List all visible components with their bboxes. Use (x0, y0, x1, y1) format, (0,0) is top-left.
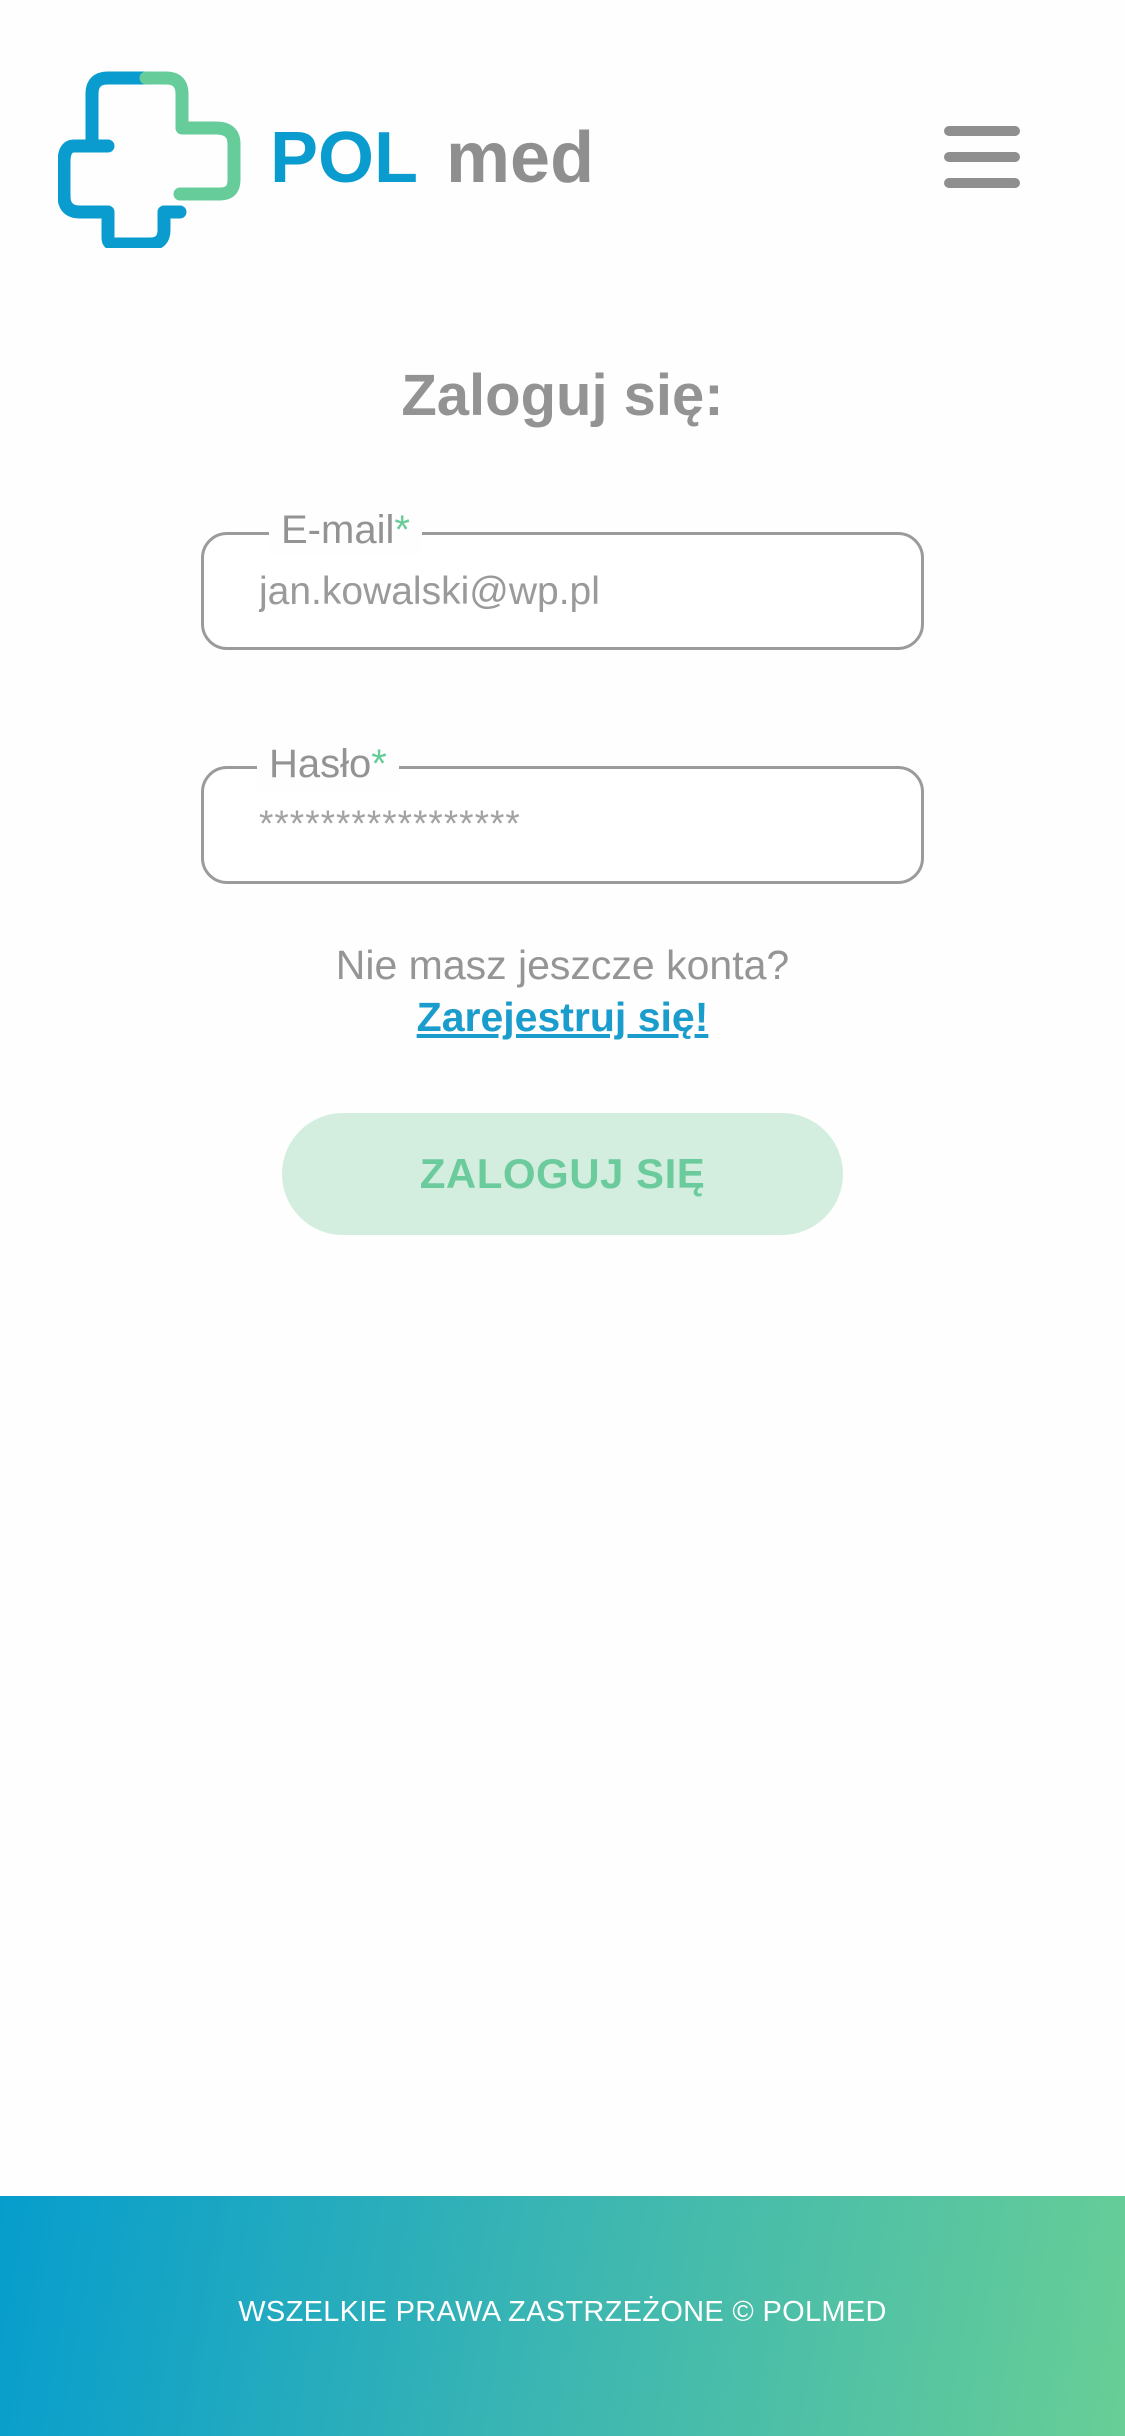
required-mark: * (371, 742, 387, 786)
login-button[interactable]: ZALOGUJ SIĘ (282, 1113, 843, 1235)
login-page: POL med Zaloguj się: E-mail* Hasło* ****… (0, 0, 1125, 2436)
required-mark: * (394, 508, 410, 552)
password-field[interactable]: Hasło* ***************** (201, 738, 924, 884)
email-label: E-mail* (269, 504, 422, 556)
logo-text-primary: POL (270, 118, 418, 198)
footer-copyright: WSZELKIE PRAWA ZASTRZEŻONE © POLMED (238, 2296, 887, 2328)
page-title: Zaloguj się: (401, 363, 724, 428)
register-link[interactable]: Zarejestruj się! (0, 994, 1125, 1041)
menu-bar (944, 152, 1020, 162)
polmed-logo[interactable]: POL med (58, 68, 638, 248)
email-field[interactable]: E-mail* (201, 504, 924, 650)
hamburger-menu-icon[interactable] (940, 120, 1024, 194)
menu-bar (944, 126, 1020, 136)
footer: WSZELKIE PRAWA ZASTRZEŻONE © POLMED (0, 2196, 1125, 2436)
menu-bar (944, 178, 1020, 188)
register-prompt: Nie masz jeszcze konta? (335, 942, 790, 988)
email-label-text: E-mail (281, 508, 395, 552)
password-label: Hasło* (257, 738, 399, 790)
email-input[interactable] (259, 565, 879, 619)
password-label-text: Hasło (269, 742, 372, 786)
password-input[interactable]: ***************** (259, 803, 521, 845)
logo-text-secondary: med (446, 118, 594, 198)
